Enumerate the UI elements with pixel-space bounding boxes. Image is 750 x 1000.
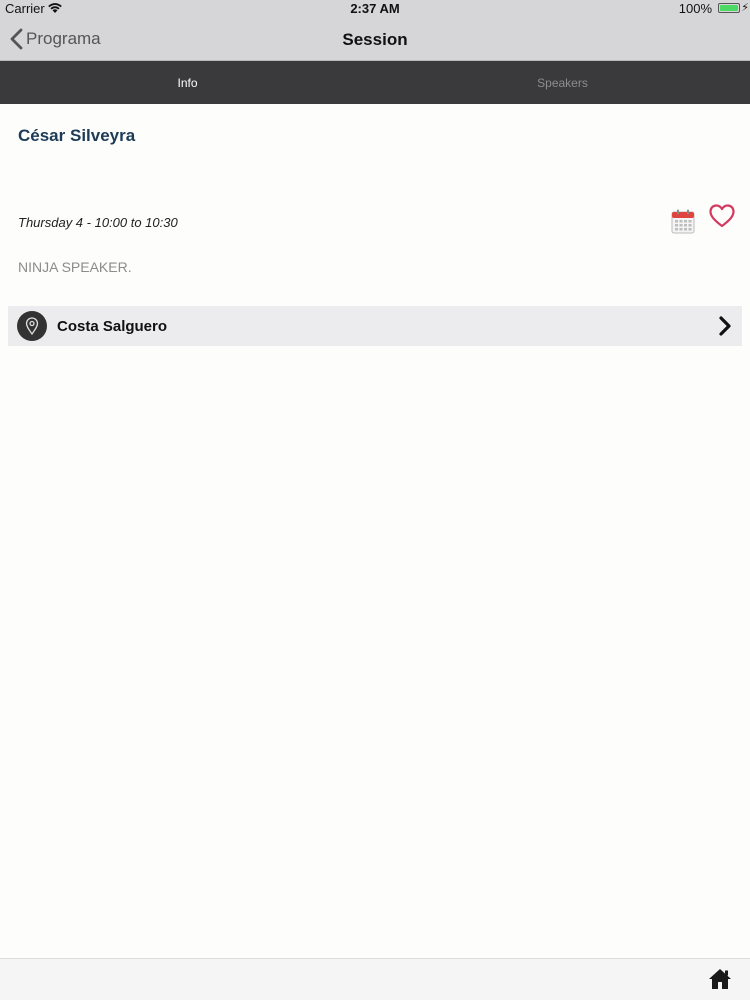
clock: 2:37 AM (350, 1, 400, 16)
tab-speakers[interactable]: Speakers (375, 61, 750, 104)
location-row[interactable]: Costa Salguero (8, 306, 742, 346)
status-bar: Carrier 2:37 AM 100% ⚡ (0, 0, 750, 18)
segment-tabs: Info Speakers (0, 61, 750, 104)
navigation-bar: Programa Session (0, 18, 750, 61)
location-name: Costa Salguero (57, 317, 168, 335)
map-pin-icon (17, 311, 47, 341)
heart-icon[interactable] (709, 204, 735, 233)
home-icon[interactable] (708, 968, 732, 995)
battery-icon (718, 3, 740, 13)
session-time: Thursday 4 - 10:00 to 10:30 (18, 215, 178, 230)
chevron-right-icon (719, 316, 731, 336)
page-title: Session (342, 30, 408, 49)
session-title: César Silveyra (18, 126, 136, 145)
tab-info[interactable]: Info (0, 61, 375, 104)
bottom-toolbar (0, 958, 750, 1000)
charging-icon: ⚡ (741, 2, 749, 14)
battery-percentage: 100% (678, 1, 712, 16)
calendar-icon[interactable] (671, 209, 695, 239)
session-description: NINJA SPEAKER. (18, 259, 132, 275)
